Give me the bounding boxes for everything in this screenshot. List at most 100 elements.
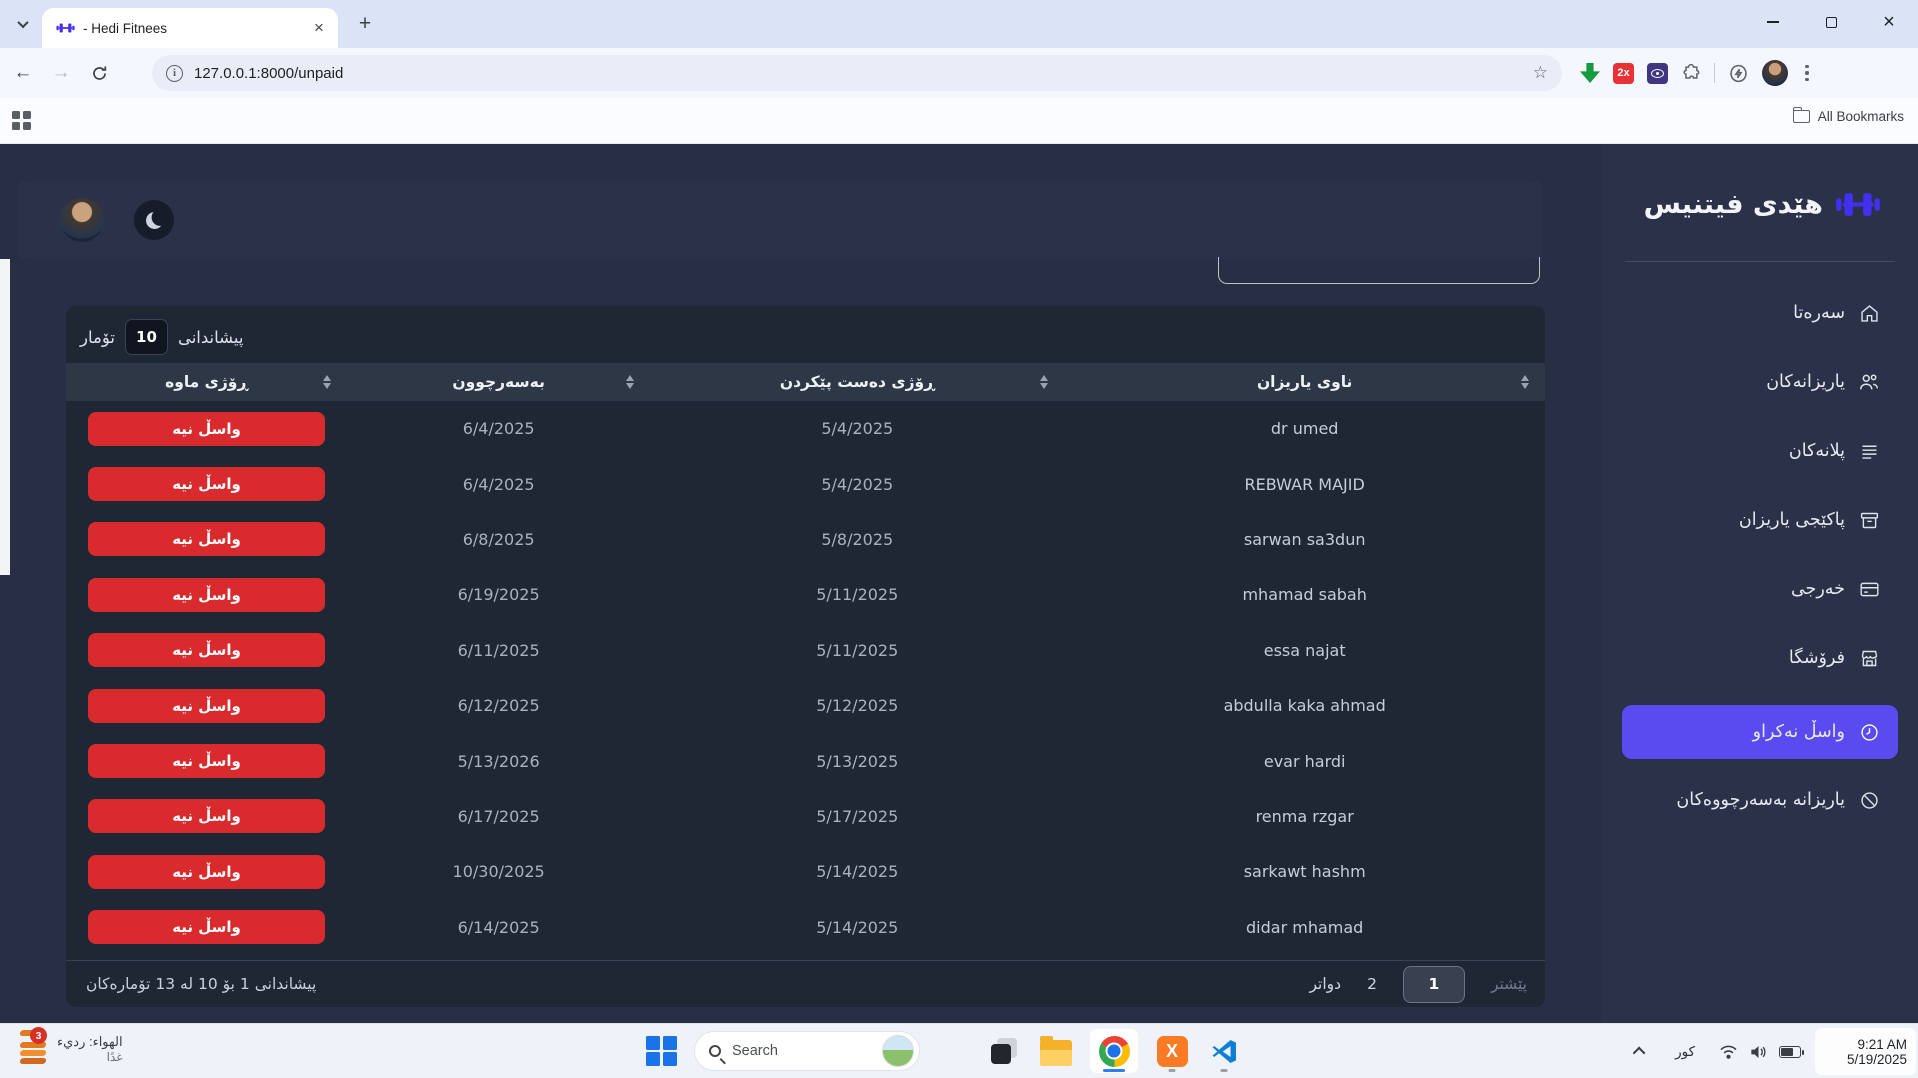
sidebar-item-players[interactable]: یاریزانەکان [1602, 360, 1918, 404]
sort-icon[interactable] [1040, 375, 1048, 389]
chrome-taskbar-button[interactable] [1090, 1029, 1138, 1073]
weather-widget[interactable]: 3 الهواء: رديء غدًا [20, 1030, 123, 1068]
battery-icon[interactable] [1779, 1046, 1801, 1058]
sidebar-item-unpaid[interactable]: واسڵ نەکراو [1622, 705, 1898, 759]
browser-profile-avatar[interactable] [1762, 60, 1788, 86]
unpaid-status-button[interactable]: واسڵ نیه [88, 855, 325, 889]
unpaid-status-button[interactable]: واسڵ نیه [88, 522, 325, 556]
dumbbell-logo-icon [1836, 191, 1880, 218]
sidebar-item-plans[interactable]: پلانەکان [1602, 429, 1918, 473]
download-manager-extension-icon[interactable] [1580, 63, 1600, 83]
sidebar-item-packages[interactable]: پاکێجی یاریزان [1602, 498, 1918, 542]
apps-grid-icon[interactable] [12, 111, 31, 130]
forward-icon[interactable]: → [46, 58, 76, 88]
screen: - Hedi Fitnees × + × ← → i 127.0.0.1:800… [0, 0, 1918, 1078]
moon-icon [144, 210, 164, 230]
sidebar-item-home[interactable]: سەرەتا [1602, 291, 1918, 335]
start-button[interactable] [645, 1035, 678, 1068]
unpaid-status-button[interactable]: واسڵ نیه [88, 744, 325, 778]
url-text[interactable]: 127.0.0.1:8000/unpaid [194, 65, 1533, 82]
language-indicator[interactable]: كور [1675, 1044, 1695, 1060]
table-row: renma rzgar 5/17/2025 6/17/2025 واسڵ نیه [66, 789, 1545, 844]
back-icon[interactable]: ← [8, 58, 38, 88]
expiry-date: 6/4/2025 [347, 456, 650, 511]
unpaid-status-button[interactable]: واسڵ نیه [88, 412, 325, 446]
column-header-start-date[interactable]: ڕۆژی دەست پێکردن [650, 363, 1064, 401]
table-search-input[interactable] [1218, 257, 1540, 284]
table-row: REBWAR MAJID 5/4/2025 6/4/2025 واسڵ نیه [66, 456, 1545, 511]
unpaid-status-button[interactable]: واسڵ نیه [88, 578, 325, 612]
pagination-page-2[interactable]: 2 [1367, 975, 1377, 993]
player-name: evar hardi [1064, 733, 1545, 788]
file-explorer-button[interactable] [1038, 1029, 1074, 1073]
sidebar-item-expired[interactable]: یاریزانە بەسەرچووەکان [1602, 778, 1918, 822]
unpaid-status-button[interactable]: واسڵ نیه [88, 689, 325, 723]
page-scrollbar[interactable] [0, 259, 10, 575]
unpaid-status-button[interactable]: واسڵ نیه [88, 910, 325, 944]
search-icon [709, 1045, 721, 1057]
2x-extension-icon[interactable]: 2x [1613, 63, 1634, 84]
sidebar-item-expenses[interactable]: خەرجی [1602, 567, 1918, 611]
table-info-text: پیشاندانی 1 بۆ 10 له 13 تۆمارەکان [86, 975, 316, 993]
pagination-previous[interactable]: پێشتر [1491, 975, 1527, 993]
column-header-expiry[interactable]: بەسەرچوون [347, 363, 650, 401]
sidebar-item-label: پلانەکان [1789, 441, 1845, 461]
site-info-icon[interactable]: i [166, 65, 183, 82]
home-icon [1858, 302, 1880, 324]
sort-icon[interactable] [626, 375, 634, 389]
tab-search-chevron-icon[interactable] [10, 11, 36, 37]
dumbbell-favicon [56, 22, 75, 34]
browser-menu-icon[interactable] [1801, 65, 1813, 82]
all-bookmarks-button[interactable]: All Bookmarks [1793, 109, 1904, 124]
tab-title: - Hedi Fitnees [83, 21, 310, 36]
taskbar-clock[interactable]: 9:21 AM 5/19/2025 [1815, 1028, 1916, 1075]
eye-extension-icon[interactable] [1647, 63, 1668, 84]
bookmark-star-icon[interactable]: ☆ [1533, 63, 1548, 83]
wifi-icon[interactable] [1719, 1044, 1738, 1060]
page-length-select[interactable]: 10 [125, 319, 168, 355]
sort-icon[interactable] [1521, 375, 1529, 389]
performance-leaf-icon[interactable] [1728, 63, 1749, 84]
weather-haze-icon: 3 [20, 1030, 48, 1068]
sidebar-item-label: پاکێجی یاریزان [1739, 510, 1845, 530]
store-icon [1858, 647, 1880, 669]
column-header-name[interactable]: ناوی یاریزان [1064, 363, 1545, 401]
volume-icon[interactable] [1749, 1044, 1768, 1060]
sidebar-item-label: یاریزانەکان [1766, 372, 1845, 392]
minimize-button[interactable] [1744, 0, 1802, 44]
sidebar-nav: سەرەتا یاریزانەکان پلانەکان پاکێجی یاریز… [1602, 291, 1918, 847]
bookmarks-bar: All Bookmarks [0, 98, 1918, 144]
pagination-page-1[interactable]: 1 [1403, 966, 1465, 1003]
sidebar-item-store[interactable]: فرۆشگا [1602, 636, 1918, 680]
sort-icon[interactable] [323, 375, 331, 389]
tab-close-icon[interactable]: × [310, 19, 328, 37]
dark-mode-toggle[interactable] [134, 200, 174, 240]
taskbar-search[interactable]: Search [694, 1031, 920, 1071]
table-body: dr umed 5/4/2025 6/4/2025 واسڵ نیه REBWA… [66, 401, 1545, 955]
user-avatar[interactable] [60, 198, 104, 242]
player-name: REBWAR MAJID [1064, 456, 1545, 511]
unpaid-status-button[interactable]: واسڵ نیه [88, 799, 325, 833]
browser-tab[interactable]: - Hedi Fitnees × [42, 8, 338, 48]
address-bar[interactable]: i 127.0.0.1:8000/unpaid ☆ [152, 55, 1562, 91]
browser-toolbar: ← → i 127.0.0.1:8000/unpaid ☆ 2x [0, 48, 1918, 98]
pagination-next[interactable]: دواتر [1310, 975, 1342, 993]
expiry-date: 6/8/2025 [347, 512, 650, 567]
new-tab-button[interactable]: + [352, 12, 378, 38]
vscode-taskbar-button[interactable] [1206, 1029, 1242, 1073]
player-name: mhamad sabah [1064, 567, 1545, 622]
column-header-remaining[interactable]: ڕۆژی ماوه [66, 363, 347, 401]
maximize-button[interactable] [1802, 0, 1860, 44]
table-length-control: پیشاندانی 10 تۆمار [80, 319, 243, 355]
xampp-taskbar-button[interactable]: X [1154, 1029, 1190, 1073]
tray-chevron-up-icon[interactable] [1633, 1047, 1646, 1060]
chrome-icon [1099, 1036, 1130, 1067]
close-button[interactable]: × [1860, 0, 1918, 44]
task-view-button[interactable] [986, 1029, 1022, 1073]
expense-card-icon [1858, 578, 1880, 600]
reload-icon[interactable] [84, 58, 114, 88]
extensions-puzzle-icon[interactable] [1681, 63, 1701, 83]
unpaid-status-button[interactable]: واسڵ نیه [88, 633, 325, 667]
unpaid-status-button[interactable]: واسڵ نیه [88, 467, 325, 501]
expiry-date: 6/4/2025 [347, 401, 650, 456]
